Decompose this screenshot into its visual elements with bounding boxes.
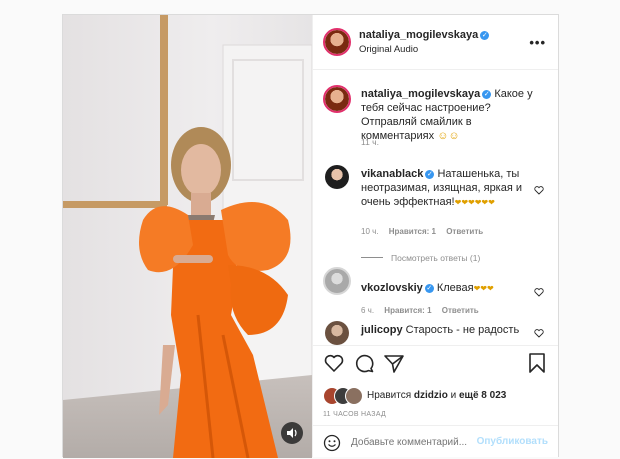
likes-summary: Нравится dzidzio и ещё 8 023: [323, 387, 548, 405]
view-replies-label: Посмотреть ответы (1): [391, 253, 481, 263]
post-video[interactable]: [63, 15, 312, 458]
commenter-username[interactable]: vkozlovskiy: [361, 282, 423, 294]
likes-and: и: [450, 390, 457, 401]
view-replies-link[interactable]: Посмотреть ответы (1): [361, 253, 480, 263]
commenter-username[interactable]: julicopy: [361, 324, 403, 336]
author-username[interactable]: nataliya_mogilevskaya: [359, 29, 478, 41]
like-heart-icon[interactable]: [323, 352, 345, 374]
post-sidebar: nataliya_mogilevskaya ✓ Original Audio ••…: [312, 15, 558, 457]
verified-icon: ✓: [425, 170, 435, 179]
commenter-username[interactable]: vikanablack: [361, 168, 423, 180]
commenter-avatar[interactable]: [325, 321, 349, 345]
liker-username[interactable]: dzidzio: [414, 390, 448, 401]
comment-likes[interactable]: Нравится: 1: [384, 306, 431, 315]
liker-avatar[interactable]: [345, 387, 363, 405]
caption-username[interactable]: nataliya_mogilevskaya: [361, 88, 480, 100]
save-bookmark-icon[interactable]: [526, 352, 548, 374]
comment-text: Клевая: [436, 282, 474, 294]
instagram-post: nataliya_mogilevskaya ✓ Original Audio ••…: [62, 14, 559, 458]
comment-likes[interactable]: Нравится: 1: [389, 227, 436, 236]
comment-item: vkozlovskiy ✓ Клевая❤❤❤ 6 ч. Нравится: 1 …: [323, 267, 558, 315]
commenter-avatar[interactable]: [323, 267, 351, 295]
comment-time: 6 ч.: [361, 306, 375, 315]
comment-item: julicopy Старость - не радость: [323, 319, 558, 345]
caption-avatar[interactable]: [323, 85, 351, 113]
caption-emoji: ☺☺: [437, 130, 460, 142]
like-comment-icon[interactable]: [534, 328, 544, 338]
comment-emoji: ❤❤❤❤❤❤: [454, 198, 495, 207]
reply-button[interactable]: Ответить: [446, 227, 483, 236]
comment-item: vikanablack ✓ Наташенька, ты неотразимая,…: [323, 165, 558, 245]
comment-text: Старость - не радость: [405, 324, 520, 336]
comment-emoji: ❤❤❤: [473, 284, 494, 293]
commenter-avatar[interactable]: [325, 165, 349, 189]
post-timestamp: 11 ЧАСОВ НАЗАД: [323, 411, 387, 418]
action-bar: [313, 345, 558, 380]
reply-button[interactable]: Ответить: [442, 306, 479, 315]
verified-icon: ✓: [480, 31, 490, 40]
comment-icon[interactable]: [353, 352, 375, 374]
emoji-icon[interactable]: [323, 434, 341, 452]
comment-input[interactable]: [351, 434, 471, 451]
comment-time: 10 ч.: [361, 227, 379, 236]
verified-icon: ✓: [482, 90, 492, 99]
audio-toggle-button[interactable]: [281, 422, 303, 444]
speaker-icon: [287, 428, 297, 438]
author-avatar[interactable]: [323, 28, 351, 56]
caption-time: 11 ч.: [361, 137, 379, 147]
comment-composer: Опубликовать: [313, 425, 558, 459]
share-icon[interactable]: [383, 352, 405, 374]
audio-link[interactable]: Original Audio: [359, 44, 418, 55]
verified-icon: ✓: [424, 284, 434, 293]
post-header: nataliya_mogilevskaya ✓ Original Audio ••…: [313, 15, 558, 70]
likes-count[interactable]: ещё 8 023: [459, 390, 506, 401]
more-options-icon[interactable]: •••: [529, 35, 546, 50]
post-comment-button[interactable]: Опубликовать: [477, 436, 548, 447]
likes-prefix: Нравится: [367, 390, 412, 401]
video-frame: [63, 15, 312, 458]
like-comment-icon[interactable]: [534, 185, 544, 195]
like-comment-icon[interactable]: [534, 287, 544, 297]
